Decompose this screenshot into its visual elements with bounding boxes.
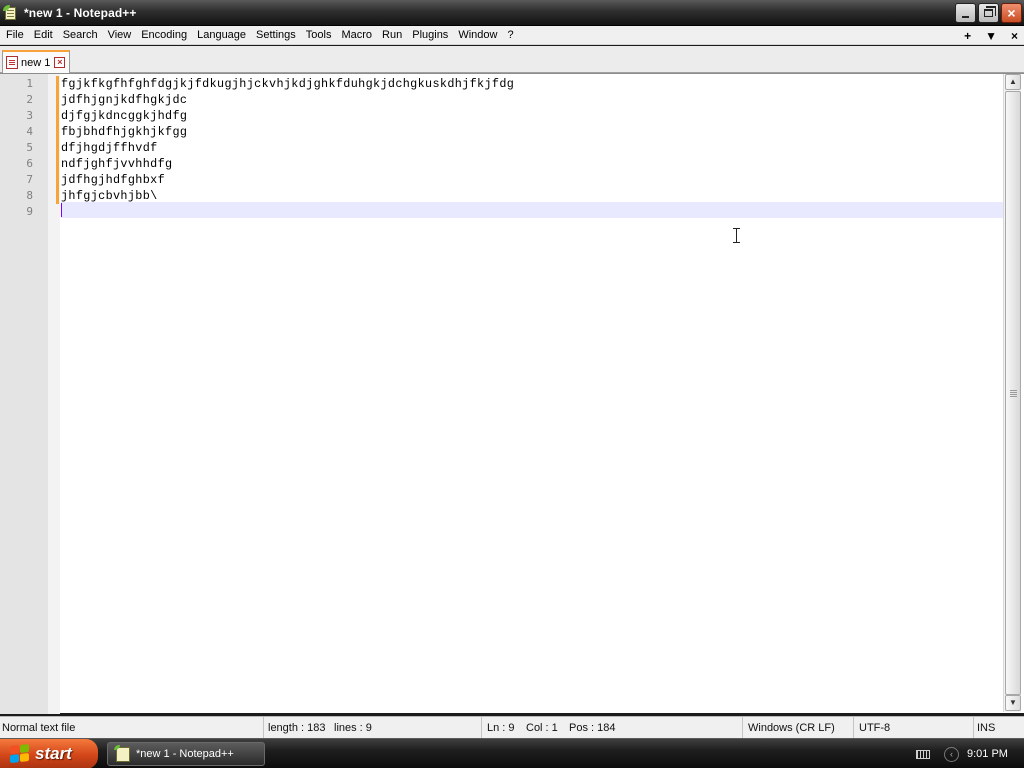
status-file-type: Normal text file xyxy=(0,717,264,739)
tab-new-1[interactable]: new 1 × xyxy=(2,50,70,73)
tab-close-icon[interactable]: × xyxy=(54,57,66,68)
tab-list-dropdown-icon[interactable]: ▼ xyxy=(985,29,997,43)
menu-file[interactable]: File xyxy=(1,27,29,44)
status-eol[interactable]: Windows (CR LF) xyxy=(745,717,854,739)
window-title: *new 1 - Notepad++ xyxy=(24,5,137,20)
editor-area[interactable]: 1 2 3 4 5 6 7 8 9 fgjkfkgfhfghfdgjkjfdku… xyxy=(0,73,1024,714)
code-line[interactable]: jdfhgjhdfghbxf xyxy=(61,172,165,188)
system-tray: ‹ 9:01 PM xyxy=(908,739,1024,768)
scrollbar-grip-icon xyxy=(1010,390,1017,397)
code-line[interactable]: ndfjghfjvvhhdfg xyxy=(61,156,172,172)
status-insert-mode: INS xyxy=(977,722,996,734)
code-line[interactable]: jhfgjcbvhjbb\ xyxy=(61,188,158,204)
code-line[interactable]: fbjbhdfhjgkhjkfgg xyxy=(61,124,187,140)
line-number: 9 xyxy=(26,205,33,218)
ibeam-cursor-icon xyxy=(733,228,741,244)
taskbar: start *new 1 - Notepad++ ‹ 9:01 PM xyxy=(0,738,1024,768)
status-bar: Normal text file length : 183 lines : 9 … xyxy=(0,716,1024,739)
menu-language[interactable]: Language xyxy=(192,27,251,44)
status-lines: lines : 9 xyxy=(332,717,482,739)
start-label: start xyxy=(35,744,72,763)
clock[interactable]: 9:01 PM xyxy=(967,748,1008,760)
notepad-plus-plus-icon xyxy=(114,744,130,762)
chevron-left-icon[interactable]: ‹ xyxy=(944,746,959,762)
start-button[interactable]: start xyxy=(0,739,98,768)
tab-label: new 1 xyxy=(21,56,51,69)
menu-view[interactable]: View xyxy=(103,27,137,44)
code-line[interactable]: djfgjkdncggkjhdfg xyxy=(61,108,187,124)
menu-help[interactable]: ? xyxy=(502,27,518,44)
menu-settings[interactable]: Settings xyxy=(251,27,301,44)
close-document-icon[interactable]: × xyxy=(1011,29,1018,43)
status-encoding[interactable]: UTF-8 xyxy=(856,717,974,739)
close-button[interactable]: × xyxy=(1001,3,1022,23)
status-col: Col : 1 xyxy=(526,722,558,734)
menu-search[interactable]: Search xyxy=(58,27,103,44)
notepad-plus-plus-icon[interactable] xyxy=(3,4,19,21)
line-number: 5 xyxy=(26,141,33,154)
restore-button[interactable] xyxy=(978,3,999,23)
tab-bar: new 1 × xyxy=(0,46,1024,73)
current-line-highlight xyxy=(61,202,1003,218)
scrollbar-thumb[interactable] xyxy=(1005,91,1021,695)
status-length: length : 183 xyxy=(268,722,326,734)
code-line[interactable]: dfjhgdjffhvdf xyxy=(61,140,158,156)
scroll-up-arrow-icon[interactable]: ▲ xyxy=(1005,74,1021,90)
line-number: 6 xyxy=(26,157,33,170)
change-history-marker xyxy=(56,76,59,204)
taskbar-item-label: *new 1 - Notepad++ xyxy=(136,748,234,760)
line-number: 2 xyxy=(26,93,33,106)
new-tab-plus-icon[interactable]: + xyxy=(964,29,971,43)
menu-plugins[interactable]: Plugins xyxy=(407,27,453,44)
unsaved-file-icon xyxy=(6,56,18,69)
windows-logo-icon xyxy=(10,744,30,764)
line-number: 3 xyxy=(26,109,33,122)
close-icon: × xyxy=(1007,5,1016,21)
menu-edit[interactable]: Edit xyxy=(29,27,58,44)
code-line[interactable]: fgjkfkgfhfghfdgjkjfdkugjhjckvhjkdjghkfdu… xyxy=(61,76,514,92)
vertical-scrollbar[interactable]: ▲ ▼ xyxy=(1003,74,1021,712)
minimize-icon xyxy=(962,15,969,18)
scroll-down-arrow-icon[interactable]: ▼ xyxy=(1005,695,1021,711)
code-line[interactable]: jdfhjgnjkdfhgkjdc xyxy=(61,92,187,108)
status-pos: Pos : 184 xyxy=(567,717,743,739)
line-number: 8 xyxy=(26,189,33,202)
line-number: 1 xyxy=(26,77,33,90)
menu-bar: File Edit Search View Encoding Language … xyxy=(0,26,1024,45)
text-caret xyxy=(61,203,62,217)
menu-macro[interactable]: Macro xyxy=(336,27,377,44)
line-number: 7 xyxy=(26,173,33,186)
taskbar-notepad-button[interactable]: *new 1 - Notepad++ xyxy=(107,742,265,766)
menu-window[interactable]: Window xyxy=(453,27,502,44)
menu-tools[interactable]: Tools xyxy=(301,27,337,44)
menu-encoding[interactable]: Encoding xyxy=(136,27,192,44)
menu-run[interactable]: Run xyxy=(377,27,407,44)
keyboard-icon[interactable] xyxy=(916,749,930,759)
restore-icon xyxy=(984,6,996,17)
line-number: 4 xyxy=(26,125,33,138)
minimize-button[interactable] xyxy=(955,3,976,23)
status-ln: Ln : 9 xyxy=(487,722,515,734)
title-bar[interactable]: *new 1 - Notepad++ × xyxy=(0,0,1024,26)
